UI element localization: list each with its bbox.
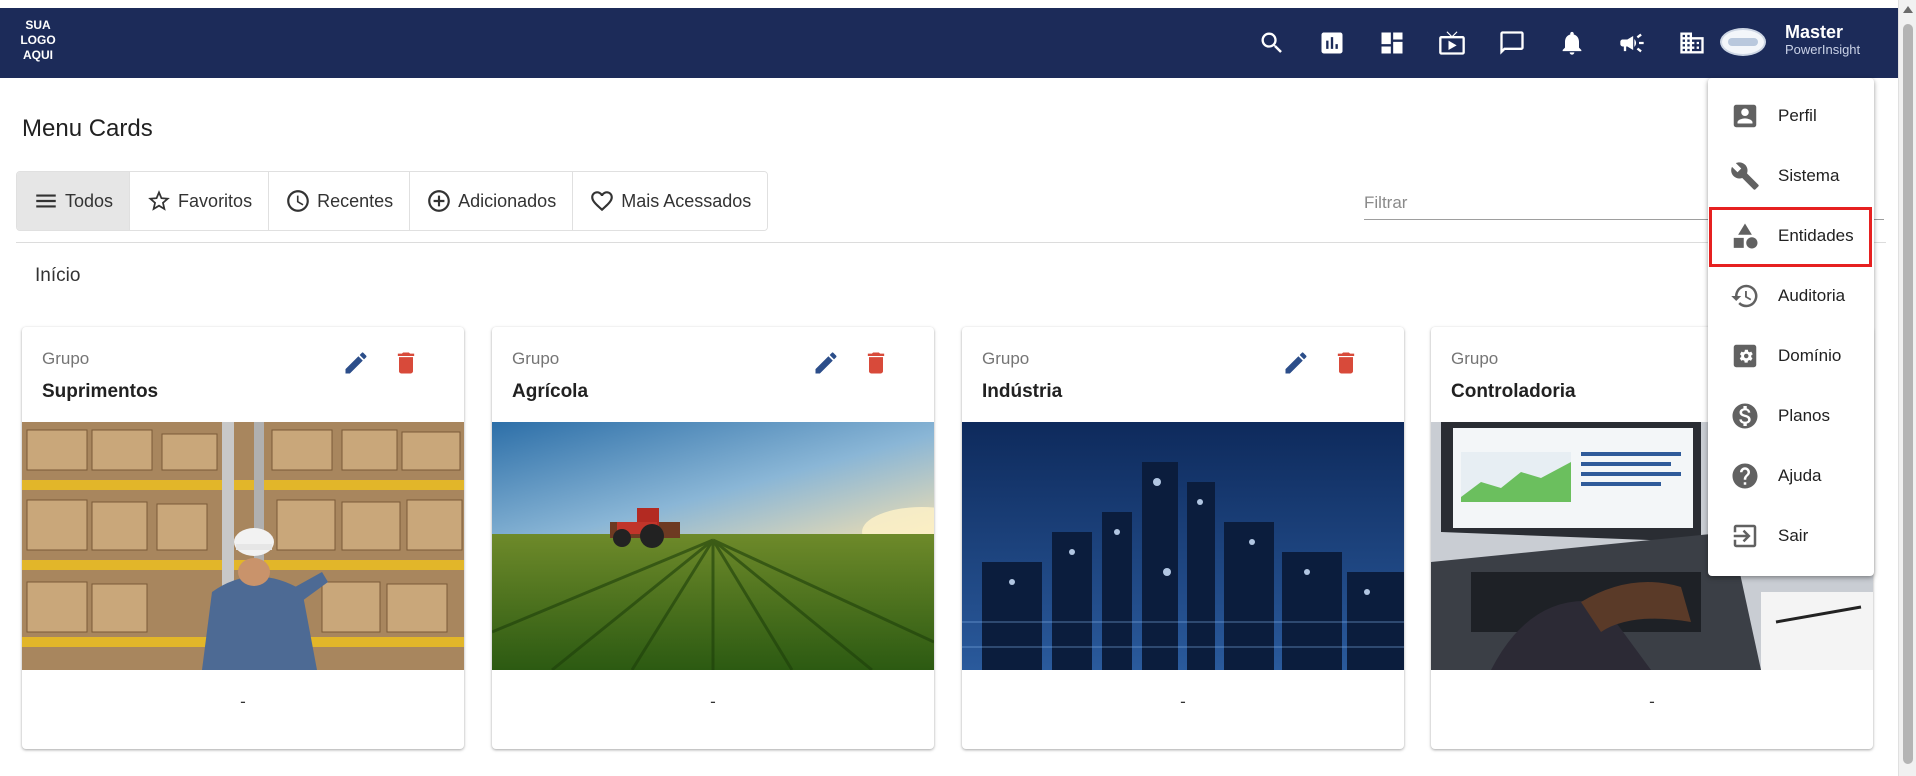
card-group-label: Grupo [512, 349, 560, 368]
menu-item-label: Sair [1778, 526, 1809, 545]
dashboard-icon[interactable] [1362, 8, 1422, 78]
wrench-icon [1731, 162, 1759, 190]
search-icon[interactable] [1242, 8, 1302, 78]
tab-label: Favoritos [178, 190, 253, 211]
menu-item-label: Perfil [1778, 106, 1817, 125]
card-title: Controladoria [1451, 381, 1576, 402]
megaphone-icon[interactable] [1602, 8, 1662, 78]
clock-icon [287, 190, 309, 212]
card-title: Indústria [982, 381, 1063, 402]
tab-label: Recentes [317, 190, 394, 211]
edit-icon[interactable] [810, 347, 842, 379]
tab-label: Adicionados [458, 190, 557, 211]
logout-icon [1733, 524, 1757, 548]
user-info[interactable]: Master PowerInsight [1785, 22, 1860, 58]
divider [16, 242, 1886, 243]
edit-icon[interactable] [1280, 347, 1312, 379]
breadcrumb[interactable]: Início [35, 265, 80, 287]
dollar-circle-icon [1732, 403, 1758, 429]
card-group-label: Grupo [1451, 349, 1499, 368]
card-description: - [1180, 692, 1186, 711]
domain-settings-icon [1733, 344, 1757, 368]
delete-icon[interactable] [860, 347, 892, 379]
chart-icon[interactable] [1302, 8, 1362, 78]
toolbar-icons [1242, 8, 1722, 78]
card-description: - [1649, 692, 1655, 711]
menu-item-sair[interactable]: Sair [1708, 510, 1874, 562]
menu-item-label: Domínio [1778, 346, 1842, 365]
top-app-bar: SUA LOGO AQUI Master PowerInsight [0, 8, 1898, 78]
card-title: Suprimentos [42, 381, 159, 402]
heart-icon [591, 191, 614, 212]
scrollbar-thumb[interactable] [1903, 24, 1913, 764]
page: SUA LOGO AQUI Master PowerInsight Menu C… [0, 0, 1916, 776]
edit-icon[interactable] [340, 347, 372, 379]
menu-item-label: Planos [1778, 406, 1830, 425]
tv-icon[interactable] [1422, 8, 1482, 78]
account-box-icon [1733, 104, 1757, 128]
tab-favoritos[interactable]: Favoritos [130, 172, 270, 230]
tab-mais-acessados[interactable]: Mais Acessados [573, 172, 768, 230]
filter-tabs: Todos Favoritos Recentes Adicionados Mai… [16, 171, 769, 231]
user-name: Master [1785, 22, 1844, 42]
warehouse-photo [22, 422, 464, 670]
bell-icon[interactable] [1542, 8, 1602, 78]
menu-item-auditoria[interactable]: Auditoria [1708, 270, 1874, 322]
menu-item-sistema[interactable]: Sistema [1708, 150, 1874, 202]
menu-item-label: Sistema [1778, 166, 1840, 185]
menu-item-perfil[interactable]: Perfil [1708, 90, 1874, 142]
card-description: - [240, 692, 246, 711]
avatar-image [1728, 38, 1758, 46]
tab-todos[interactable]: Todos [17, 172, 131, 230]
tab-label: Todos [65, 190, 114, 211]
chat-icon[interactable] [1482, 8, 1542, 78]
tractor-field-photo [492, 422, 934, 670]
menu-item-label: Auditoria [1778, 286, 1846, 305]
menu-item-planos[interactable]: Planos [1708, 390, 1874, 442]
scrollbar[interactable] [1898, 0, 1916, 776]
menu-item-ajuda[interactable]: Ajuda [1708, 450, 1874, 502]
card-group-label: Grupo [982, 349, 1030, 368]
card-description: - [710, 692, 716, 711]
user-menu: Perfil Sistema Entidades Auditoria Domín… [1708, 78, 1874, 576]
delete-icon[interactable] [1330, 347, 1362, 379]
menu-card[interactable]: Grupo Suprimentos - [22, 327, 464, 749]
building-icon[interactable] [1662, 8, 1722, 78]
refinery-photo [962, 422, 1404, 670]
user-role: PowerInsight [1785, 42, 1861, 57]
help-icon [1732, 463, 1758, 489]
menu-icon [36, 194, 56, 208]
tab-label: Mais Acessados [621, 190, 752, 211]
menu-item-label: Ajuda [1778, 466, 1822, 485]
delete-icon[interactable] [390, 347, 422, 379]
star-icon [148, 190, 170, 211]
menu-item-entidades[interactable]: Entidades [1708, 210, 1874, 262]
card-group-label: Grupo [42, 349, 90, 368]
menu-item-label: Entidades [1778, 226, 1854, 245]
tab-recentes[interactable]: Recentes [269, 172, 411, 230]
tab-adicionados[interactable]: Adicionados [410, 172, 574, 230]
plus-circle-icon [428, 190, 450, 212]
history-icon [1731, 284, 1758, 308]
shapes-icon [1733, 223, 1758, 249]
avatar[interactable] [1720, 28, 1766, 56]
scroll-up-arrow[interactable] [1903, 6, 1913, 13]
menu-card[interactable]: Grupo Agrícola - [492, 327, 934, 749]
menu-item-dominio[interactable]: Domínio [1708, 330, 1874, 382]
logo[interactable]: SUA LOGO AQUI [18, 18, 58, 63]
card-title: Agrícola [512, 381, 589, 402]
menu-card[interactable]: Grupo Indústria - [962, 327, 1404, 749]
page-title: Menu Cards [22, 115, 153, 142]
